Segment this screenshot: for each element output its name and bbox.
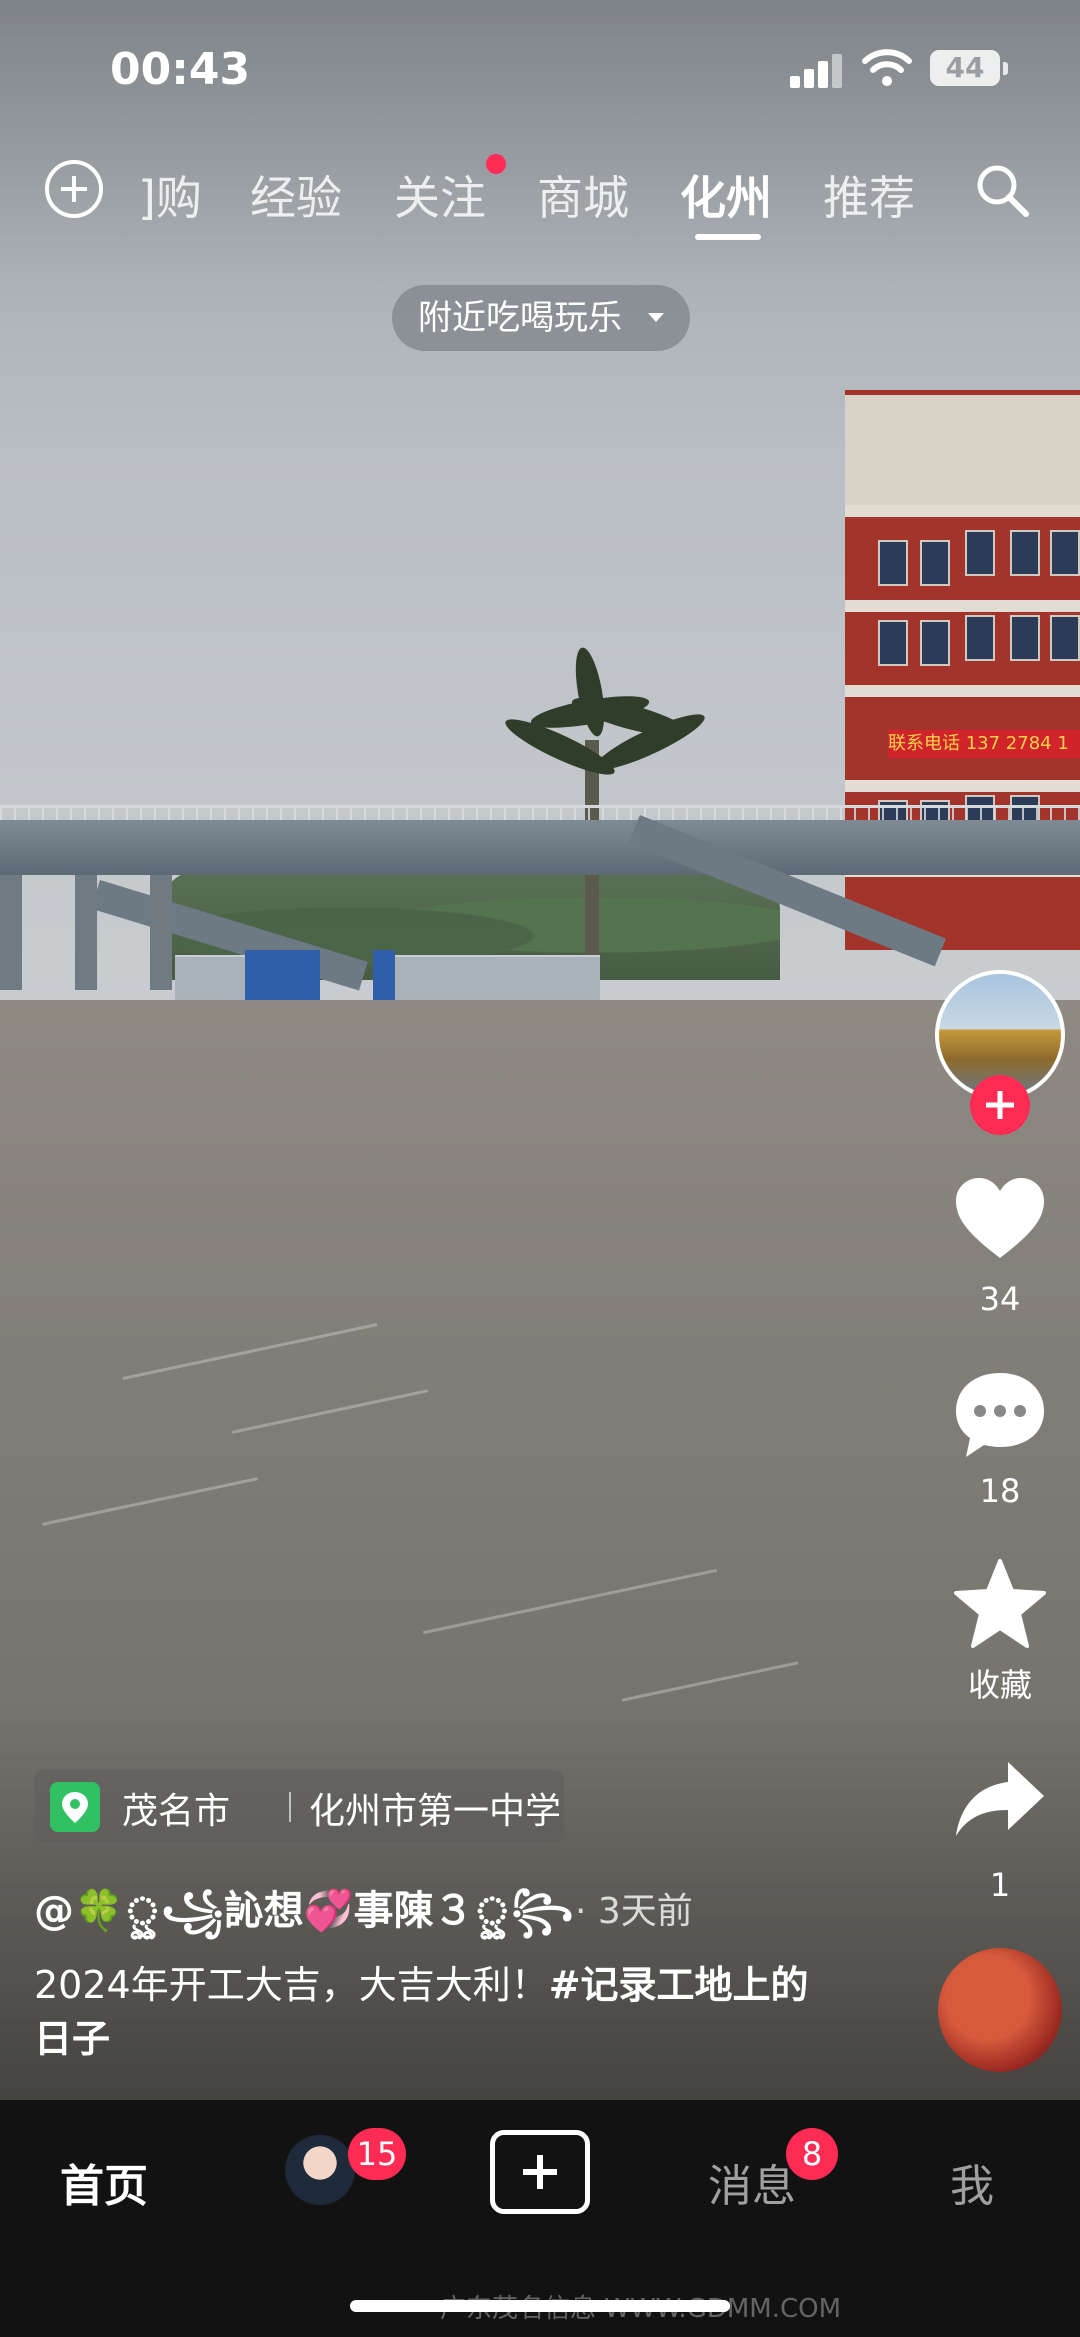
search-icon[interactable]: [972, 160, 1032, 220]
tab-mall[interactable]: 商城: [537, 162, 629, 228]
following-dot: [486, 154, 506, 174]
caret-down-icon: [648, 313, 664, 322]
blue-fence: [245, 950, 320, 1005]
comment-icon[interactable]: [950, 1365, 1050, 1465]
bridge-pillar: [75, 875, 97, 990]
nearby-filter-dropdown[interactable]: 附近吃喝玩乐: [392, 285, 690, 351]
building-band: [845, 600, 1080, 612]
building-window: [1010, 615, 1040, 661]
red-banner: 联系电话 137 2784 1: [888, 730, 1080, 758]
location-pin-icon: [50, 1782, 100, 1832]
bridge-pillar: [150, 875, 172, 990]
music-disc-icon[interactable]: [938, 1948, 1062, 2072]
watermark: 广东茂名信息 WWW.GDMM.COM: [440, 2294, 842, 2324]
create-post-button[interactable]: [490, 2130, 590, 2214]
building-window: [965, 615, 995, 661]
messages-badge: 8: [786, 2128, 838, 2180]
nav-me[interactable]: 我: [950, 2150, 994, 2214]
building-window: [878, 620, 908, 666]
active-tab-indicator: [695, 234, 761, 240]
status-time: 00:43: [110, 44, 251, 95]
tab-recommend[interactable]: 推荐: [823, 162, 915, 228]
tab-shopping[interactable]: ]购: [138, 162, 202, 228]
like-count: 34: [979, 1280, 1021, 1318]
tab-following[interactable]: 关注: [394, 162, 486, 228]
cellular-signal-icon: [790, 52, 846, 88]
author-name[interactable]: @🍀ৣ꧁訫想💞事陳３ৣ꧂: [34, 1878, 573, 1961]
location-divider: [289, 1792, 291, 1822]
post-caption[interactable]: 2024年开工大吉，大吉大利！#记录工地上的日子: [34, 1958, 834, 2066]
building-window: [878, 540, 908, 586]
wifi-icon: [862, 49, 912, 86]
caption-text: 2024年开工大吉，大吉大利！: [34, 1963, 549, 2007]
building-window: [965, 530, 995, 576]
bridge-pillar: [0, 875, 22, 990]
share-count: 1: [989, 1866, 1011, 1904]
building-window: [920, 540, 950, 586]
location-tag[interactable]: 茂名市 化州市第一中学: [34, 1770, 564, 1842]
tab-experience[interactable]: 经验: [250, 162, 342, 228]
building-window: [920, 620, 950, 666]
follow-button[interactable]: [970, 1075, 1030, 1135]
post-time: · 3天前: [575, 1891, 693, 1932]
tab-local[interactable]: 化州: [680, 162, 772, 228]
building-window: [1050, 530, 1080, 576]
friends-badge: 15: [348, 2128, 406, 2180]
favorite-label: 收藏: [967, 1666, 1032, 1704]
nearby-filter-label: 附近吃喝玩乐: [418, 298, 622, 338]
building-band: [845, 505, 1080, 517]
favorite-star-icon[interactable]: [950, 1555, 1050, 1655]
share-arrow-icon[interactable]: [950, 1750, 1050, 1850]
building-band: [845, 780, 1080, 792]
location-place: 化州市第一中学: [309, 1791, 562, 1832]
building-window: [1010, 530, 1040, 576]
footbridge: [0, 820, 1080, 875]
add-tab-icon[interactable]: [45, 160, 103, 218]
blue-fence: [373, 950, 395, 1005]
nav-messages[interactable]: 消息: [708, 2150, 796, 2214]
nav-home[interactable]: 首页: [60, 2150, 148, 2214]
building-band: [845, 685, 1080, 697]
battery-indicator: 44: [930, 50, 1000, 86]
battery-tip: [1003, 62, 1008, 75]
comment-count: 18: [979, 1472, 1021, 1510]
building-roof: [845, 395, 1080, 505]
location-city: 茂名市: [122, 1791, 231, 1832]
building-window: [1050, 615, 1080, 661]
like-heart-icon[interactable]: [950, 1170, 1050, 1270]
nav-friends-avatar[interactable]: [285, 2135, 355, 2205]
